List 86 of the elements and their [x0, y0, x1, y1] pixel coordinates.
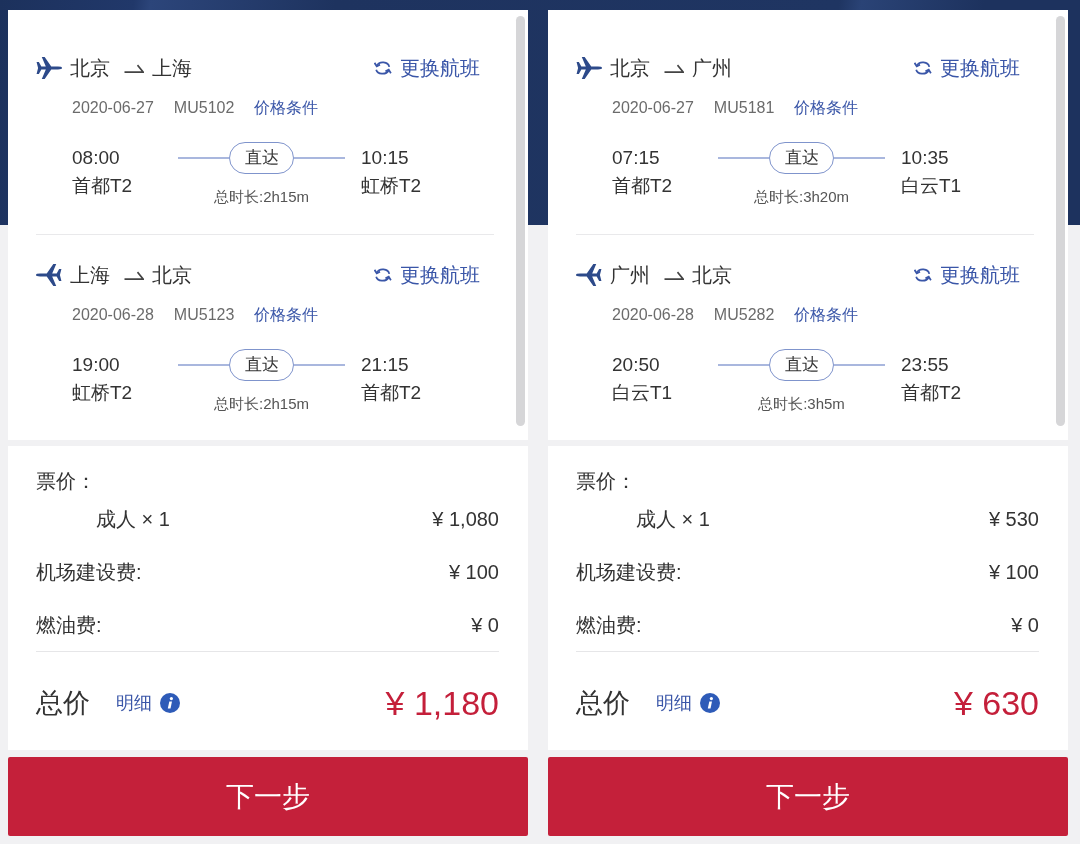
total-price: ¥ 630: [953, 682, 1039, 724]
departure-city: 广州: [610, 263, 650, 288]
price-conditions-link[interactable]: 价格条件: [254, 96, 319, 120]
flight-number: MU5282: [713, 305, 775, 325]
price-conditions-link[interactable]: 价格条件: [254, 303, 319, 327]
arrival-time: 10:15: [361, 146, 410, 170]
departure-airport: 白云T1: [612, 381, 674, 405]
flight-date: 2020-06-28: [72, 305, 154, 325]
info-icon[interactable]: [700, 693, 720, 713]
arrival-city: 广州: [692, 56, 732, 81]
scrollbar-thumb[interactable]: [1056, 16, 1065, 426]
refresh-icon: [914, 60, 932, 76]
refresh-icon: [374, 267, 392, 283]
departure-time: 20:50: [612, 353, 661, 377]
fee-amount: ¥ 530: [988, 507, 1039, 532]
refresh-icon: [374, 60, 392, 76]
details-link[interactable]: 明细: [656, 689, 692, 717]
fee-amount: ¥ 1,080: [432, 507, 499, 532]
departure-time: 19:00: [72, 353, 121, 377]
flight-date: 2020-06-27: [612, 98, 694, 118]
departure-time: 07:15: [612, 146, 661, 170]
price-conditions-link[interactable]: 价格条件: [794, 96, 859, 120]
total-label: 总价: [36, 686, 90, 720]
route-line: [718, 157, 769, 159]
flight-duration: 总时长:3h20m: [753, 188, 849, 206]
flight-number: MU5123: [173, 305, 235, 325]
fee-label: 燃油费:: [36, 613, 102, 638]
route-line: [294, 157, 345, 159]
arrival-airport: 首都T2: [901, 381, 962, 405]
next-step-button[interactable]: 下一步: [8, 757, 528, 836]
total-price: ¥ 1,180: [385, 682, 499, 724]
airplane-icon: [36, 57, 62, 79]
departure-city: 北京: [70, 56, 110, 81]
route-line: [178, 364, 229, 366]
departure-airport: 首都T2: [612, 174, 674, 198]
fare-heading: 票价：: [576, 469, 637, 494]
fee-label: 燃油费:: [576, 613, 642, 638]
route-line: [834, 364, 885, 366]
arrival-city: 北京: [692, 263, 732, 288]
scrollbar-thumb[interactable]: [516, 16, 525, 426]
route-line: [834, 157, 885, 159]
flight-date: 2020-06-28: [612, 305, 694, 325]
change-flight-link[interactable]: 更换航班: [374, 54, 480, 82]
departure-airport: 首都T2: [72, 174, 134, 198]
flight-duration: 总时长:2h15m: [213, 395, 309, 413]
fee-amount: ¥ 0: [471, 613, 499, 638]
arrival-time: 23:55: [901, 353, 950, 377]
arrival-city: 上海: [152, 56, 192, 81]
fee-label: 机场建设费:: [36, 560, 142, 585]
route-line: [294, 364, 345, 366]
price-conditions-link[interactable]: 价格条件: [794, 303, 859, 327]
arrival-time: 10:35: [901, 146, 950, 170]
airplane-icon: [576, 57, 602, 79]
info-icon[interactable]: [160, 693, 180, 713]
route-line: [178, 157, 229, 159]
departure-time: 08:00: [72, 146, 121, 170]
flight-date: 2020-06-27: [72, 98, 154, 118]
arrival-city: 北京: [152, 263, 192, 288]
next-step-button[interactable]: 下一步: [548, 757, 1068, 836]
arrival-time: 21:15: [361, 353, 410, 377]
departure-airport: 虹桥T2: [72, 381, 134, 405]
fare-heading: 票价：: [36, 469, 97, 494]
flight-duration: 总时长:3h5m: [758, 395, 845, 413]
passenger-count: 成人 × 1: [636, 507, 710, 532]
arrival-airport: 虹桥T2: [361, 174, 422, 198]
fee-amount: ¥ 100: [448, 560, 499, 585]
flight-duration: 总时长:2h15m: [213, 188, 309, 206]
arrival-airport: 首都T2: [361, 381, 422, 405]
airplane-icon: [36, 264, 62, 286]
change-flight-link[interactable]: 更换航班: [914, 261, 1020, 289]
refresh-icon: [914, 267, 932, 283]
fee-label: 机场建设费:: [576, 560, 682, 585]
airplane-icon: [576, 264, 602, 286]
passenger-count: 成人 × 1: [96, 507, 170, 532]
change-flight-link[interactable]: 更换航班: [374, 261, 480, 289]
fee-amount: ¥ 0: [1011, 613, 1039, 638]
total-label: 总价: [576, 686, 630, 720]
details-link[interactable]: 明细: [116, 689, 152, 717]
flight-number: MU5102: [173, 98, 235, 118]
departure-city: 上海: [70, 263, 110, 288]
flight-number: MU5181: [713, 98, 775, 118]
departure-city: 北京: [610, 56, 650, 81]
arrival-airport: 白云T1: [901, 174, 962, 198]
route-line: [718, 364, 769, 366]
change-flight-link[interactable]: 更换航班: [914, 54, 1020, 82]
fee-amount: ¥ 100: [988, 560, 1039, 585]
